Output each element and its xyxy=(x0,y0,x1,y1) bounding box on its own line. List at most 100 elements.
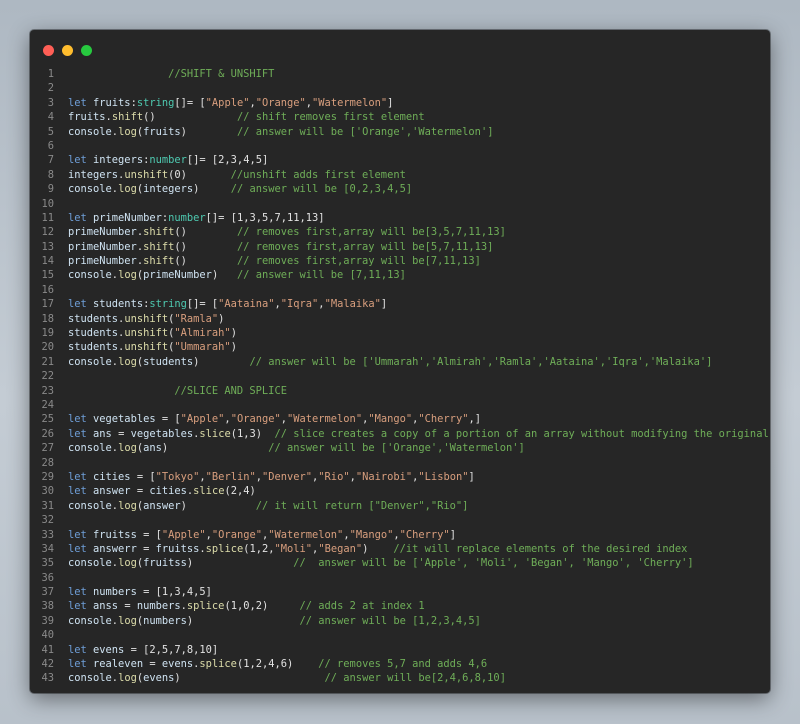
line-number: 36 xyxy=(41,571,54,584)
token-comment: // slice creates a copy of a portion of … xyxy=(274,427,770,440)
code-line: 17 let students:string[]= ["Aataina","Iqr… xyxy=(30,297,770,311)
code-line: 19 students.unshift("Almirah") xyxy=(30,326,770,340)
token-punctuation: (0) xyxy=(168,168,231,181)
line-code: console.log(evens) // answer will be[2,4… xyxy=(68,671,506,685)
line-code: let integers:number[]= [2,3,4,5] xyxy=(68,153,268,167)
token-punctuation: ) xyxy=(186,557,294,570)
code-line: 38 let anss = numbers.splice(1,0,2) // ad… xyxy=(30,599,770,613)
token-comment: // adds 2 at index 1 xyxy=(299,600,425,613)
token-string: "Orange" xyxy=(211,528,262,541)
token-string: "Rio" xyxy=(318,470,350,483)
line-number: 40 xyxy=(41,629,54,642)
code-line: 28 xyxy=(30,456,770,470)
token-identifier: students xyxy=(93,298,144,311)
token-string: "Ummarah" xyxy=(174,341,231,354)
token-punctuation: = xyxy=(118,600,137,613)
token-punctuation: = [ xyxy=(130,470,156,483)
token-string: "Apple" xyxy=(205,96,250,109)
line-number: 1 xyxy=(47,68,54,80)
minimize-window-button[interactable] xyxy=(62,45,73,56)
token-identifier: console xyxy=(68,355,112,368)
token-punctuation: = [ xyxy=(136,528,162,541)
token-identifier: fruits xyxy=(68,111,106,124)
token-string: "Watermelon" xyxy=(268,528,344,541)
token-method: unshift xyxy=(124,168,169,181)
token-method: shift xyxy=(143,240,175,253)
token-identifier: students xyxy=(68,327,119,340)
line-number: 19 xyxy=(41,327,54,340)
line-code: console.log(numbers) // answer will be [… xyxy=(68,614,481,628)
token-string: "Lisbon" xyxy=(418,470,469,483)
token-method: splice xyxy=(205,542,244,555)
code-line: 29 let cities = ["Tokyo","Berlin","Denver… xyxy=(30,470,770,484)
token-identifier: anss xyxy=(93,600,119,613)
token-keyword: let xyxy=(68,485,94,498)
token-punctuation: (1,2,4,6) xyxy=(236,658,319,671)
line-number: 13 xyxy=(41,240,54,253)
code-line: 4 fruits.shift() // shift removes first e… xyxy=(30,110,770,124)
line-number: 27 xyxy=(41,442,54,455)
token-punctuation: []= [1,3,5,7,11,13] xyxy=(205,211,325,224)
token-punctuation: = xyxy=(143,658,162,671)
token-keyword: let xyxy=(68,427,94,440)
token-method: shift xyxy=(143,226,175,239)
line-number: 31 xyxy=(41,499,54,512)
token-type: string xyxy=(136,96,175,109)
token-string: "Moli" xyxy=(274,542,313,555)
token-identifier: fruitss xyxy=(143,557,187,570)
code-line: 18 students.unshift("Ramla") xyxy=(30,312,770,326)
token-punctuation: []= [2,3,4,5] xyxy=(186,154,269,167)
token-identifier: console xyxy=(68,672,112,685)
code-line: 43 console.log(evens) // answer will be[2… xyxy=(30,671,770,685)
code-line: 41 let evens = [2,5,7,8,10] xyxy=(30,643,770,657)
token-method: log xyxy=(118,183,137,196)
line-number: 24 xyxy=(41,398,54,411)
token-method: log xyxy=(118,442,137,455)
token-identifier: primeNumber xyxy=(93,211,162,224)
token-punctuation: = [1,3,4,5] xyxy=(136,586,212,599)
token-keyword: let xyxy=(68,211,94,224)
token-comment: // answer will be [0,2,3,4,5] xyxy=(230,183,413,196)
line-code: students.unshift("Ummarah") xyxy=(68,340,237,354)
maximize-window-button[interactable] xyxy=(81,45,92,56)
code-line: 30 let answer = cities.slice(2,4) xyxy=(30,484,770,498)
line-code: console.log(ans) // answer will be ['Ora… xyxy=(68,441,525,455)
token-identifier: numbers xyxy=(143,614,187,627)
close-window-button[interactable] xyxy=(43,45,54,56)
token-comment: // shift removes first element xyxy=(236,111,425,124)
line-code: let students:string[]= ["Aataina","Iqra"… xyxy=(68,297,387,311)
token-string: "Watermelon" xyxy=(312,96,388,109)
line-number: 34 xyxy=(41,542,54,555)
token-punctuation: []= [ xyxy=(186,298,219,311)
token-keyword: let xyxy=(68,413,94,426)
token-punctuation: ] xyxy=(468,470,475,483)
line-code: let fruits:string[]= ["Apple","Orange","… xyxy=(68,96,393,110)
token-string: "Ramla" xyxy=(174,312,219,325)
token-keyword: let xyxy=(68,298,94,311)
token-punctuation: ) xyxy=(161,442,269,455)
token-identifier: console xyxy=(68,442,112,455)
line-code: primeNumber.shift() // removes first,arr… xyxy=(68,254,481,268)
code-editor-window: 1 //SHIFT & UNSHIFT 2 3 let fruits:string[]… xyxy=(30,30,770,693)
line-number: 32 xyxy=(41,514,54,527)
token-punctuation: ) xyxy=(362,542,394,555)
token-identifier: answer xyxy=(143,499,181,512)
code-line: 31 console.log(answer) // it will return … xyxy=(30,499,770,513)
token-string: "Began" xyxy=(318,542,363,555)
token-identifier: console xyxy=(68,183,112,196)
token-identifier: fruitss xyxy=(155,542,200,555)
line-code: console.log(primeNumber) // answer will … xyxy=(68,268,406,282)
token-method: log xyxy=(118,125,137,138)
token-identifier: integers xyxy=(68,168,119,181)
window-titlebar xyxy=(30,30,770,66)
token-identifier: primeNumber xyxy=(68,226,137,239)
token-string: "Mango" xyxy=(349,528,394,541)
code-line: 24 xyxy=(30,398,770,412)
token-string: "Nairobi" xyxy=(355,470,413,483)
token-identifier: integers xyxy=(93,154,144,167)
token-identifier: primeNumber xyxy=(68,255,137,268)
token-punctuation: ) xyxy=(230,327,237,340)
line-number: 3 xyxy=(47,96,54,109)
line-number: 42 xyxy=(41,658,54,671)
code-line: 34 let answerr = fruitss.splice(1,2,"Moli… xyxy=(30,542,770,556)
